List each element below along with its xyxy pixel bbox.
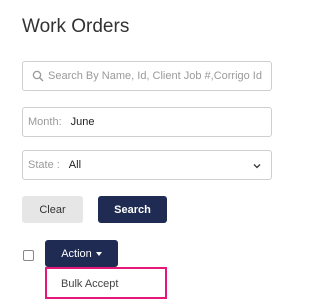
state-label: State :: [28, 159, 60, 171]
caret-down-icon: [95, 251, 102, 256]
select-all-checkbox[interactable]: [23, 250, 34, 261]
action-button-label: Action: [61, 247, 92, 260]
clear-button[interactable]: Clear: [22, 196, 83, 223]
search-button[interactable]: Search: [98, 196, 167, 223]
state-select[interactable]: State : All: [22, 150, 272, 180]
action-dropdown-menu: Bulk Accept: [45, 267, 167, 299]
state-value[interactable]: All: [69, 159, 81, 171]
month-value[interactable]: June: [71, 116, 95, 128]
search-field[interactable]: Search By Name, Id, Client Job #,Corrigo…: [22, 61, 272, 91]
chevron-down-icon[interactable]: [253, 161, 261, 169]
menu-item-bulk-accept[interactable]: Bulk Accept: [61, 278, 118, 290]
search-input[interactable]: Search By Name, Id, Client Job #,Corrigo…: [48, 70, 262, 82]
page-title: Work Orders: [22, 16, 130, 37]
month-field[interactable]: Month: June: [22, 107, 272, 137]
action-button[interactable]: Action: [45, 240, 118, 267]
search-icon: [32, 70, 44, 82]
month-label: Month:: [28, 116, 62, 128]
